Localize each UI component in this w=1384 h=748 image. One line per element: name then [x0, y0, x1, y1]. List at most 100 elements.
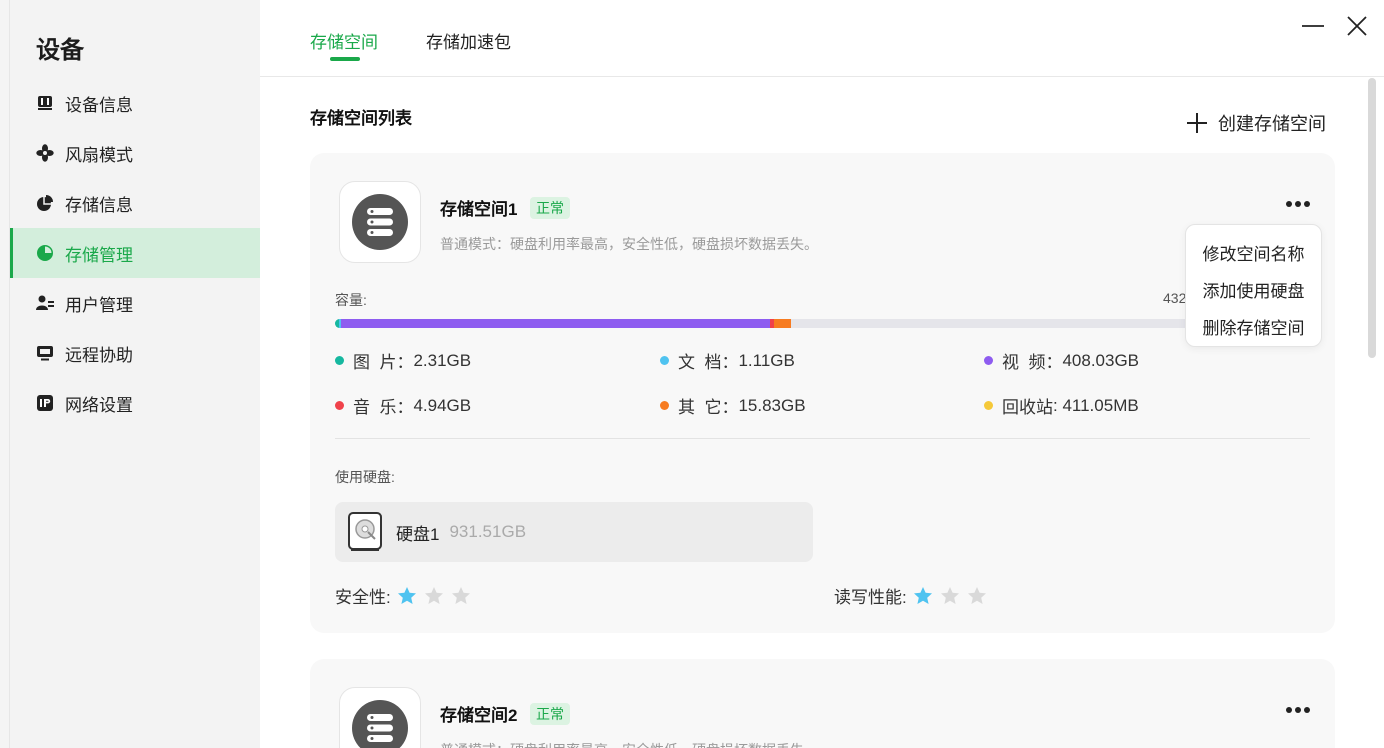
legend-dot	[984, 401, 993, 410]
legend-documents: 文 档 ： 1.11GB	[660, 348, 795, 373]
disk-name: 硬盘1	[396, 524, 440, 544]
status-badge: 正常	[530, 703, 570, 725]
menu-item-add-disk[interactable]: 添加使用硬盘	[1186, 271, 1321, 308]
storage-mode-description: 普通模式：硬盘利用率最高，安全性低，硬盘损坏数据丢失。	[440, 236, 818, 252]
sidebar-item-label: 风扇模式	[65, 145, 133, 165]
storage-list-title: 存储空间列表	[310, 109, 412, 128]
storage-server-icon	[339, 687, 421, 748]
storage-space-card: 存储空间1 正常 普通模式：硬盘利用率最高，安全性低，硬盘损坏数据丢失。 容量:…	[310, 153, 1335, 633]
sidebar-title: 设备	[36, 37, 84, 64]
performance-label: 读写性能:	[834, 588, 907, 607]
disk-item[interactable]: 硬盘1 931.51GB	[335, 502, 813, 562]
fan-icon	[36, 144, 54, 162]
legend-recycle-bin: 回收站 : 411.05MB	[984, 393, 1139, 418]
scrollbar[interactable]	[1368, 78, 1376, 358]
sidebar-item-storage-info[interactable]: 存储信息	[10, 178, 260, 228]
legend-value: 15.83GB	[738, 395, 806, 415]
create-storage-button[interactable]: 创建存储空间	[1186, 110, 1326, 136]
sidebar-item-label: 远程协助	[65, 345, 133, 365]
plus-icon	[1187, 113, 1207, 133]
legend-dot	[984, 356, 993, 365]
performance-stars	[913, 586, 994, 606]
star-empty-icon	[940, 586, 959, 604]
star-filled-icon	[913, 586, 932, 604]
legend-dot	[335, 401, 344, 410]
legend-key: 文 档	[678, 353, 722, 372]
legend-sep: ：	[396, 398, 414, 417]
tab-bar: 存储空间 存储加速包	[260, 0, 1384, 77]
close-icon[interactable]	[1345, 14, 1369, 38]
menu-item-rename-space[interactable]: 修改空间名称	[1186, 234, 1321, 271]
legend-key: 视 频	[1002, 353, 1046, 372]
sidebar-nav: 设备信息 风扇模式 存储信息 存储管理 用户管理 远程协助 网络设置	[10, 78, 260, 428]
device-info-icon	[36, 94, 54, 112]
divider	[335, 438, 1310, 439]
legend-music: 音 乐 ： 4.94GB	[335, 393, 471, 418]
sidebar-item-fan-mode[interactable]: 风扇模式	[10, 128, 260, 178]
legend-sep: :	[1053, 395, 1063, 415]
more-options-icon[interactable]	[1285, 197, 1311, 211]
create-storage-label: 创建存储空间	[1218, 114, 1326, 134]
legend-sep: ：	[396, 353, 414, 372]
storage-space-name: 存储空间2	[440, 706, 518, 725]
storage-space-name: 存储空间1	[440, 200, 518, 219]
legend-key: 音 乐	[353, 398, 397, 417]
legend-value: 2.31GB	[413, 350, 472, 370]
safety-stars	[397, 586, 478, 606]
tab-storage-space[interactable]: 存储空间	[310, 28, 378, 53]
legend-value: 4.94GB	[413, 395, 472, 415]
sidebar-item-label: 网络设置	[65, 395, 133, 415]
capacity-usage-bar	[335, 319, 1310, 328]
usage-segment-video	[340, 319, 770, 328]
active-tab-indicator	[330, 57, 360, 61]
legend-key: 其 它	[678, 398, 722, 417]
more-options-icon[interactable]	[1285, 703, 1311, 717]
network-ip-icon	[36, 394, 54, 412]
storage-server-icon	[339, 181, 421, 263]
usage-segment-other	[773, 319, 792, 328]
safety-rating: 安全性:	[335, 583, 478, 608]
minimize-icon[interactable]	[1301, 14, 1325, 38]
legend-sep: ：	[721, 353, 739, 372]
sidebar-item-remote-assist[interactable]: 远程协助	[10, 328, 260, 378]
legend-value: 1.11GB	[738, 350, 795, 370]
storage-manage-icon	[36, 244, 54, 262]
disk-size: 931.51GB	[449, 522, 527, 541]
user-manage-icon	[36, 294, 54, 312]
sidebar-item-label: 存储信息	[65, 195, 133, 215]
status-badge: 正常	[530, 197, 570, 219]
context-menu: 修改空间名称 添加使用硬盘 删除存储空间	[1185, 224, 1322, 347]
sidebar-item-user-manage[interactable]: 用户管理	[10, 278, 260, 328]
disks-label: 使用硬盘:	[335, 469, 395, 485]
star-empty-icon	[967, 586, 986, 604]
star-filled-icon	[397, 586, 416, 604]
sidebar-item-label: 设备信息	[65, 95, 133, 115]
sidebar: 设备 设备信息 风扇模式 存储信息 存储管理 用户管理 远程协助 网络设置	[10, 0, 260, 748]
legend-dot	[335, 356, 344, 365]
menu-item-delete-space[interactable]: 删除存储空间	[1186, 308, 1321, 345]
storage-space-card: 存储空间2 正常 普通模式：硬盘利用率最高，安全性低，硬盘损坏数据丢失。	[310, 659, 1335, 748]
capacity-total: 432	[1163, 290, 1187, 306]
legend-other: 其 它 ： 15.83GB	[660, 393, 806, 418]
star-empty-icon	[424, 586, 443, 604]
legend-key: 图 片	[353, 353, 397, 372]
sidebar-item-storage-manage[interactable]: 存储管理	[10, 228, 260, 278]
legend-key: 回收站	[1002, 398, 1053, 417]
legend-pictures: 图 片 ： 2.31GB	[335, 348, 471, 373]
legend-sep: ：	[1045, 353, 1063, 372]
capacity-label: 容量:	[335, 292, 367, 308]
sidebar-item-label: 存储管理	[65, 245, 133, 265]
sidebar-item-network[interactable]: 网络设置	[10, 378, 260, 428]
remote-assist-icon	[36, 344, 54, 362]
legend-sep: ：	[721, 398, 739, 417]
main-panel: 存储空间 存储加速包 存储空间列表 创建存储空间 存储空间1 正常 普通模式：硬…	[260, 0, 1384, 748]
sidebar-item-device-info[interactable]: 设备信息	[10, 78, 260, 128]
hard-disk-icon	[348, 512, 382, 551]
legend-value: 411.05MB	[1062, 395, 1139, 415]
legend-value: 408.03GB	[1062, 350, 1140, 370]
safety-label: 安全性:	[335, 588, 391, 607]
legend-video: 视 频 ： 408.03GB	[984, 348, 1139, 373]
tab-storage-accel[interactable]: 存储加速包	[426, 28, 511, 53]
background-window-edge	[0, 0, 10, 748]
legend-dot	[660, 356, 669, 365]
